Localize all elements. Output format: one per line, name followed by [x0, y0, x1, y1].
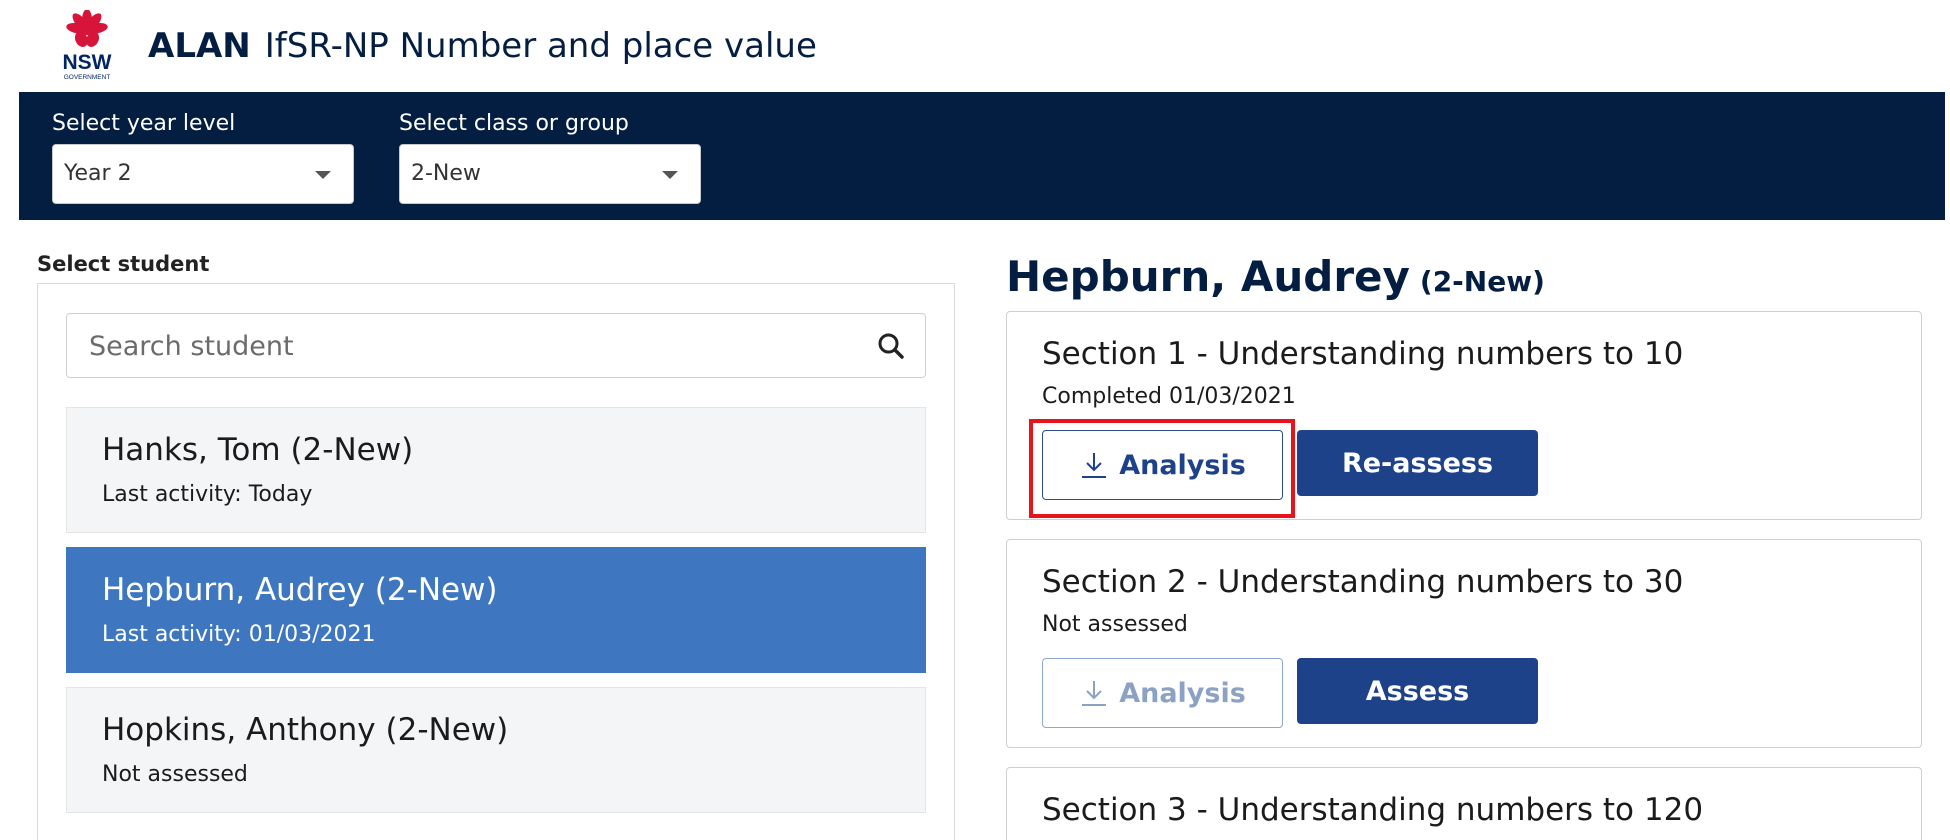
- class-group-label: Select class or group: [399, 111, 629, 136]
- year-level-filter: Select year level Year 2: [52, 110, 354, 204]
- search-student-box: [66, 313, 926, 378]
- analysis-download-button[interactable]: Analysis: [1042, 430, 1283, 500]
- selected-student-name: Hepburn, Audrey: [1006, 252, 1410, 301]
- search-student-input[interactable]: [87, 326, 847, 366]
- chevron-down-icon: [662, 171, 678, 179]
- student-last-activity: Last activity: Today: [102, 482, 313, 507]
- student-name: Hopkins, Anthony (2-New): [102, 712, 509, 748]
- app-brand: ALAN: [148, 26, 251, 66]
- section-status: Not assessed: [1042, 612, 1188, 637]
- class-group-value: 2-New: [411, 161, 481, 186]
- year-level-select[interactable]: Year 2: [52, 144, 354, 204]
- student-list-item[interactable]: Hopkins, Anthony (2-New) Not assessed: [66, 687, 926, 813]
- section-card: Section 2 - Understanding numbers to 30 …: [1006, 539, 1922, 748]
- student-list-item[interactable]: Hanks, Tom (2-New) Last activity: Today: [66, 407, 926, 533]
- chevron-down-icon: [315, 171, 331, 179]
- analysis-label: Analysis: [1119, 677, 1246, 709]
- select-student-label: Select student: [37, 252, 210, 276]
- student-name: Hepburn, Audrey (2-New): [102, 572, 498, 608]
- class-group-select[interactable]: 2-New: [399, 144, 701, 204]
- year-level-label: Select year level: [52, 111, 236, 136]
- analysis-download-button-disabled: Analysis: [1042, 658, 1283, 728]
- svg-text:NSW: NSW: [63, 51, 112, 74]
- section-title: Section 2 - Understanding numbers to 30: [1042, 564, 1684, 600]
- download-icon: [1082, 681, 1107, 706]
- svg-text:GOVERNMENT: GOVERNMENT: [64, 74, 111, 81]
- search-icon[interactable]: [877, 332, 905, 360]
- year-level-value: Year 2: [64, 161, 132, 186]
- section-status: Completed 01/03/2021: [1042, 384, 1296, 409]
- student-name: Hanks, Tom (2-New): [102, 432, 414, 468]
- filter-bar: Select year level Year 2 Select class or…: [19, 92, 1945, 220]
- section-title: Section 1 - Understanding numbers to 10: [1042, 336, 1684, 372]
- student-last-activity: Not assessed: [102, 762, 248, 787]
- reassess-button[interactable]: Re-assess: [1297, 430, 1538, 496]
- nsw-government-logo[interactable]: NSW GOVERNMENT: [52, 10, 122, 82]
- download-icon: [1082, 453, 1107, 478]
- selected-student-group: (2-New): [1419, 265, 1545, 298]
- app-subtitle: IfSR-NP Number and place value: [264, 26, 817, 66]
- section-card: Section 1 - Understanding numbers to 10 …: [1006, 311, 1922, 520]
- analysis-label: Analysis: [1119, 449, 1246, 481]
- student-last-activity: Last activity: 01/03/2021: [102, 622, 376, 647]
- section-title: Section 3 - Understanding numbers to 120: [1042, 792, 1704, 828]
- class-group-filter: Select class or group 2-New: [399, 110, 701, 204]
- selected-student-heading: Hepburn, Audrey (2-New): [1006, 252, 1545, 301]
- section-card: Section 3 - Understanding numbers to 120: [1006, 767, 1922, 840]
- student-list-panel: Hanks, Tom (2-New) Last activity: Today …: [37, 283, 955, 840]
- assess-button[interactable]: Assess: [1297, 658, 1538, 724]
- app-header: NSW GOVERNMENT ALAN IfSR-NP Number and pl…: [0, 0, 1950, 92]
- student-list-item-selected[interactable]: Hepburn, Audrey (2-New) Last activity: 0…: [66, 547, 926, 673]
- app-title: ALAN IfSR-NP Number and place value: [148, 24, 817, 68]
